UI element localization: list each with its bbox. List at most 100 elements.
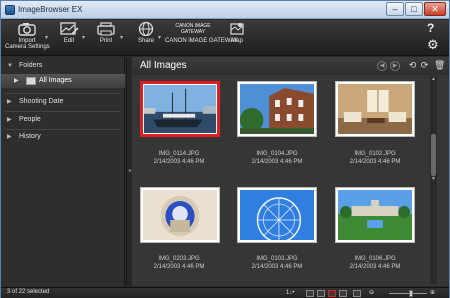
view-list-button[interactable] <box>306 290 314 297</box>
maximize-button[interactable]: □ <box>405 2 423 16</box>
sidebar-section-people[interactable]: ▶ People <box>1 113 125 127</box>
sidebar-item-all-images[interactable]: ▶ All Images <box>1 74 125 88</box>
zoom-out-icon[interactable]: ⊖ <box>369 289 374 297</box>
thumbnail-filename: IMG_0103.JPG <box>256 256 298 262</box>
gear-icon[interactable]: ⚙ <box>427 37 439 53</box>
panel-header: All Images ◀ ▶ ⟲ ⟳ 🗑 <box>132 57 449 75</box>
canon-image-gateway-label: CANON iMAGE GATEWAY <box>165 38 238 44</box>
sidebar-section-history[interactable]: ▶ History <box>1 130 125 144</box>
thumbnail-filename: IMG_0106.JPG <box>354 256 396 262</box>
view-large-button[interactable] <box>353 290 361 297</box>
thumbnail-img-0106[interactable] <box>335 187 415 243</box>
scrollbar-thumb[interactable] <box>431 134 436 176</box>
thumbnail-filename: IMG_0104.JPG <box>256 151 298 157</box>
chevron-right-icon: ▶ <box>14 78 19 84</box>
trash-icon[interactable]: 🗑 <box>434 60 445 71</box>
title-bar: ImageBrowser EX – □ ✕ <box>1 1 449 19</box>
sidebar: ▼ Folders ▶ All Images ▶ Shooting Date ▶… <box>1 57 125 286</box>
thumbnail-img-0102[interactable] <box>335 81 415 137</box>
thumbnail-date: 2/14/2003 4:46 PM <box>349 264 401 270</box>
thumbnail-date: 2/14/2003 4:46 PM <box>251 264 303 270</box>
zoom-in-icon[interactable]: ⊕ <box>430 289 435 297</box>
print-dropdown-arrow[interactable]: ▾ <box>120 34 123 41</box>
palace-garden-image <box>338 190 412 240</box>
sidebar-section-shooting-date[interactable]: ▶ Shooting Date <box>1 95 125 109</box>
brick-building-image <box>240 84 314 134</box>
view-details-button[interactable] <box>317 290 325 297</box>
zoom-slider[interactable] <box>389 293 427 294</box>
sidebar-section-folders[interactable]: ▼ Folders <box>1 59 125 73</box>
app-window: ImageBrowser EX – □ ✕ Import Camera Sett… <box>0 0 450 298</box>
sidebar-section-label: People <box>19 116 41 123</box>
minimize-button[interactable]: – <box>386 2 404 16</box>
help-icon[interactable]: ? <box>427 21 434 35</box>
rotate-left-icon[interactable]: ⟲ <box>407 60 418 71</box>
edit-icon <box>60 22 79 35</box>
canon-image-gateway-icon: CANON iMAGE GATEWAY <box>165 21 221 38</box>
edit-dropdown-arrow[interactable]: ▾ <box>82 34 85 41</box>
globe-icon <box>138 21 154 37</box>
share-label: Share <box>137 38 154 44</box>
sidebar-section-label: Shooting Date <box>19 98 64 105</box>
window-title: ImageBrowser EX <box>18 5 83 14</box>
splitter-grip-icon[interactable]: ◂ <box>128 167 131 174</box>
share-dropdown-arrow[interactable]: ▾ <box>158 34 161 41</box>
close-button[interactable]: ✕ <box>424 2 446 16</box>
ferris-wheel-image <box>240 190 314 240</box>
import-dropdown-arrow[interactable]: ▾ <box>45 34 48 41</box>
view-preview-button[interactable] <box>339 290 347 297</box>
camera-icon <box>18 23 36 36</box>
vertical-scrollbar[interactable]: ▲ ▼ <box>430 76 437 284</box>
chevron-down-icon: ▼ <box>7 63 13 69</box>
divider <box>5 111 121 112</box>
back-icon[interactable]: ◀ <box>377 61 387 71</box>
status-bar: 3 of 22 selected 1↓• ⊖ ⊕ <box>1 287 449 298</box>
view-thumbnails-button[interactable] <box>328 290 336 297</box>
zoom-slider-handle[interactable] <box>409 290 413 297</box>
divider <box>5 93 121 94</box>
map-label: Map <box>231 38 243 44</box>
share-button[interactable]: Share <box>135 21 157 44</box>
printer-icon <box>97 22 115 36</box>
edit-button[interactable]: Edit <box>57 21 81 44</box>
forward-icon[interactable]: ▶ <box>390 61 400 71</box>
import-button[interactable]: Import Camera Settings <box>5 21 50 50</box>
map-button[interactable]: Map <box>227 21 247 44</box>
canon-image-gateway-button[interactable]: CANON iMAGE GATEWAY CANON iMAGE GATEWAY <box>165 21 238 44</box>
print-button[interactable]: Print <box>93 21 119 44</box>
rotate-right-icon[interactable]: ⟳ <box>419 60 430 71</box>
thumbnail-filename: IMG_0114.JPG <box>158 151 200 157</box>
selection-count: 3 of 22 selected <box>7 289 50 295</box>
thumbnail-img-0203[interactable] <box>140 187 220 243</box>
scroll-up-icon[interactable]: ▲ <box>430 76 437 83</box>
sort-filter-control[interactable]: 1↓• <box>286 289 294 297</box>
app-icon <box>5 5 15 15</box>
chevron-right-icon: ▶ <box>7 117 12 123</box>
thumbnail-date: 2/14/2003 4:46 PM <box>153 264 205 270</box>
sidebar-section-label: Folders <box>19 62 43 69</box>
panel-splitter[interactable]: ◂ <box>126 57 131 286</box>
thumbnail-filename: IMG_0203.JPG <box>158 256 200 262</box>
thumbnail-date: 2/14/2003 4:46 PM <box>349 159 401 165</box>
living-room-image <box>338 84 412 134</box>
sidebar-item-label: All Images <box>39 77 72 84</box>
folder-icon <box>26 77 36 85</box>
chevron-right-icon: ▶ <box>7 134 12 140</box>
thumbnail-date: 2/14/2003 4:46 PM <box>153 159 205 165</box>
camera-settings-label: Camera Settings <box>5 44 50 50</box>
page-title: All Images <box>140 60 187 71</box>
harbor-boat-image <box>144 85 216 133</box>
thumbnail-filename: IMG_0102.JPG <box>354 151 396 157</box>
main-toolbar: Import Camera Settings ▾ Edit ▾ Print ▾ <box>1 20 449 56</box>
thumbnail-img-0104[interactable] <box>237 81 317 137</box>
map-icon <box>230 23 244 35</box>
thumbnail-img-0103[interactable] <box>237 187 317 243</box>
thumbnail-date: 2/14/2003 4:46 PM <box>251 159 303 165</box>
canon-image-gateway-logo: CANON iMAGE GATEWAY <box>175 23 211 35</box>
thumbnail-img-0114[interactable] <box>140 81 220 137</box>
edit-label: Edit <box>63 38 75 44</box>
chevron-right-icon: ▶ <box>7 99 12 105</box>
fisheye-window-image <box>143 190 217 240</box>
print-label: Print <box>99 38 113 44</box>
scroll-down-icon[interactable]: ▼ <box>430 176 437 183</box>
